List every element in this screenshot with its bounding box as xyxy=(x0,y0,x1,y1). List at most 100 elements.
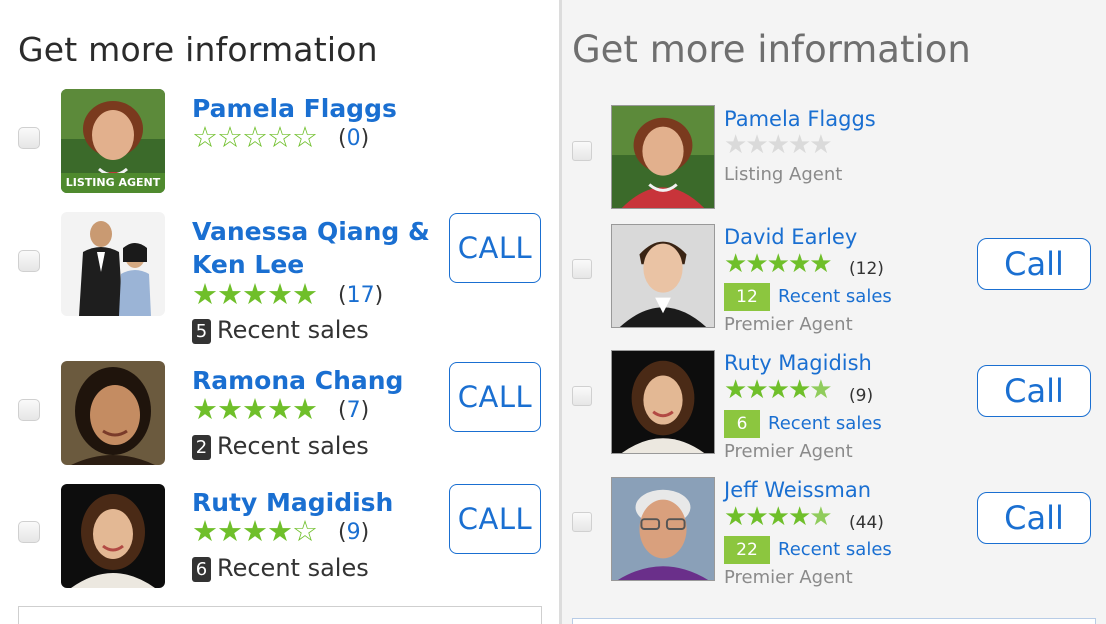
review-count[interactable]: (17) xyxy=(338,283,383,308)
agent-checkbox[interactable] xyxy=(572,259,592,279)
star-full-icon: ★ xyxy=(292,279,318,311)
review-count[interactable]: (0) xyxy=(338,126,369,151)
star-rating: ★★★★★ xyxy=(724,248,833,278)
star-rating: ★★★★★ xyxy=(192,279,318,311)
call-button[interactable]: CALL xyxy=(449,484,541,554)
call-button[interactable]: Call xyxy=(977,365,1091,417)
recent-sales[interactable]: 22 Recent sales xyxy=(724,536,892,564)
recent-sales[interactable]: 12 Recent sales xyxy=(724,283,892,311)
star-full-icon: ★ xyxy=(724,374,747,404)
agent-photo: LISTING AGENT xyxy=(61,89,165,193)
star-rating: ☆☆☆☆☆ xyxy=(192,122,318,154)
review-count[interactable]: (12) xyxy=(849,259,884,279)
call-button[interactable]: CALL xyxy=(449,362,541,432)
call-button[interactable]: CALL xyxy=(449,213,541,283)
recent-sales-label: Recent sales xyxy=(217,432,369,460)
agent-name-link[interactable]: Jeff Weissman xyxy=(724,477,871,503)
star-full-icon: ★ xyxy=(787,248,811,278)
portrait-image xyxy=(61,484,165,588)
review-count[interactable]: (9) xyxy=(849,386,873,406)
recent-sales-count: 6 xyxy=(192,557,211,582)
agent-role: Premier Agent xyxy=(724,567,853,588)
agent-photo xyxy=(611,224,715,328)
star-full-icon: ★ xyxy=(724,248,747,278)
star-full-icon: ★ xyxy=(217,394,243,426)
star-empty-icon: ★ xyxy=(809,129,832,159)
call-button[interactable]: Call xyxy=(977,238,1091,290)
star-empty-icon: ★ xyxy=(787,129,811,159)
star-full-icon: ★ xyxy=(766,501,790,531)
variant-a-panel: Get more information LISTING AGENT Pamel… xyxy=(0,0,559,624)
agent-checkbox[interactable] xyxy=(18,399,40,421)
star-full-icon: ★ xyxy=(787,501,811,531)
star-full-icon: ★ xyxy=(292,394,318,426)
star-empty-icon: ☆ xyxy=(217,122,243,154)
agent-name-link[interactable]: Ruty Magidish xyxy=(724,350,872,376)
agent-name-link[interactable]: David Earley xyxy=(724,224,857,250)
star-full-icon: ★ xyxy=(242,279,268,311)
agent-name-link-line2[interactable]: Ken Lee xyxy=(192,248,304,281)
star-empty-icon: ★ xyxy=(724,129,747,159)
agent-checkbox[interactable] xyxy=(572,386,592,406)
star-empty-icon: ★ xyxy=(766,129,790,159)
agent-checkbox[interactable] xyxy=(18,521,40,543)
agent-role: Premier Agent xyxy=(724,441,853,462)
panel-heading: Get more information xyxy=(572,28,971,71)
agent-photo xyxy=(611,477,715,581)
star-full-icon: ★ xyxy=(242,394,268,426)
review-count[interactable]: (7) xyxy=(338,398,369,423)
agent-checkbox[interactable] xyxy=(572,141,592,161)
agent-checkbox[interactable] xyxy=(18,127,40,149)
star-empty-icon: ★ xyxy=(745,129,768,159)
star-full-icon: ★ xyxy=(724,501,747,531)
star-full-icon: ★ xyxy=(745,248,768,278)
star-full-icon: ★ xyxy=(809,248,832,278)
star-half-icon: ★ xyxy=(809,501,832,531)
star-rating: ★★★★★ xyxy=(724,501,833,531)
star-full-icon: ★ xyxy=(787,374,811,404)
review-count[interactable]: (9) xyxy=(338,520,369,545)
star-full-icon: ★ xyxy=(745,501,768,531)
recent-sales[interactable]: 6 Recent sales xyxy=(724,410,882,438)
review-count[interactable]: (44) xyxy=(849,513,884,533)
agent-name-link[interactable]: Pamela Flaggs xyxy=(192,92,397,125)
portrait-image xyxy=(61,212,165,316)
star-rating: ★★★★★ xyxy=(724,129,833,159)
star-full-icon: ★ xyxy=(217,516,243,548)
agent-name-link[interactable]: Vanessa Qiang & xyxy=(192,215,430,248)
message-box[interactable] xyxy=(18,606,542,624)
recent-sales: 5 Recent sales xyxy=(192,316,369,344)
star-full-icon: ★ xyxy=(217,279,243,311)
agent-checkbox[interactable] xyxy=(18,250,40,272)
portrait-image xyxy=(612,225,714,327)
star-full-icon: ★ xyxy=(766,248,790,278)
agent-checkbox[interactable] xyxy=(572,512,592,532)
star-full-icon: ★ xyxy=(192,394,218,426)
star-full-icon: ★ xyxy=(192,516,218,548)
recent-sales-label: Recent sales xyxy=(217,316,369,344)
message-box[interactable] xyxy=(572,618,1096,624)
star-rating: ★★★★★ xyxy=(192,394,318,426)
recent-sales-count: 2 xyxy=(192,435,211,460)
star-half-icon: ★ xyxy=(809,374,832,404)
agent-photo xyxy=(61,484,165,588)
portrait-image xyxy=(61,361,165,465)
star-rating: ★★★★☆ xyxy=(192,516,318,548)
listing-agent-badge: LISTING AGENT xyxy=(61,173,165,193)
portrait-image xyxy=(612,106,714,208)
call-button[interactable]: Call xyxy=(977,492,1091,544)
star-full-icon: ★ xyxy=(242,516,268,548)
star-empty-icon: ☆ xyxy=(192,122,218,154)
recent-sales-count: 12 xyxy=(724,283,770,311)
agent-photo xyxy=(611,350,715,454)
recent-sales-label: Recent sales xyxy=(778,286,892,307)
recent-sales-count: 6 xyxy=(724,410,760,438)
star-rating: ★★★★★ xyxy=(724,374,833,404)
agent-photo xyxy=(611,105,715,209)
portrait-image xyxy=(612,351,714,453)
agent-name-link[interactable]: Ramona Chang xyxy=(192,364,403,397)
star-full-icon: ★ xyxy=(766,374,790,404)
agent-name-link[interactable]: Ruty Magidish xyxy=(192,486,393,519)
star-full-icon: ★ xyxy=(267,394,293,426)
star-full-icon: ★ xyxy=(267,279,293,311)
